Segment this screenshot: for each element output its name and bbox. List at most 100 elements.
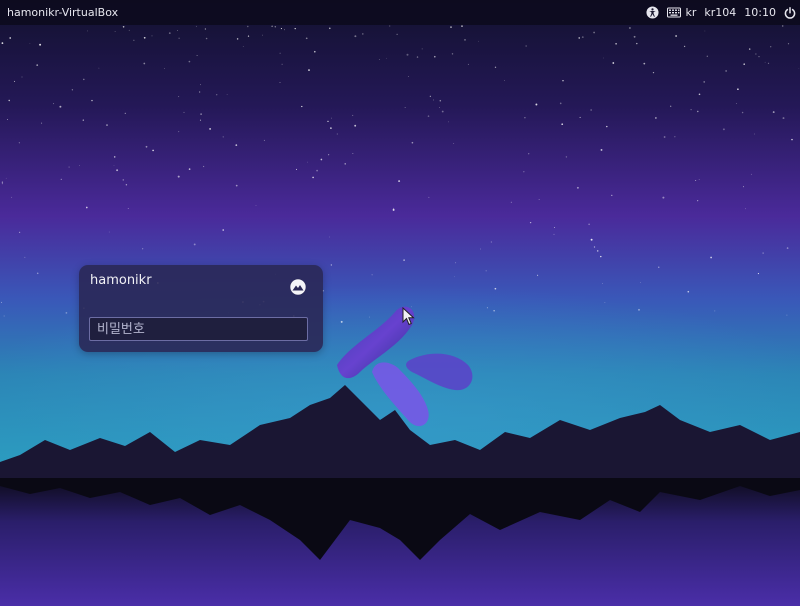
power-icon: [784, 6, 796, 19]
star: [7, 118, 8, 120]
star: [247, 35, 250, 37]
star: [127, 208, 129, 209]
star: [328, 154, 330, 156]
star: [320, 158, 323, 161]
star: [188, 60, 191, 63]
star: [467, 63, 469, 65]
star: [428, 196, 430, 198]
star: [330, 264, 332, 266]
star: [553, 233, 555, 235]
star: [71, 89, 74, 91]
star: [494, 66, 497, 68]
star: [8, 99, 10, 102]
star: [421, 48, 423, 50]
star: [596, 250, 599, 252]
star: [439, 107, 440, 108]
star: [222, 229, 224, 231]
star: [133, 39, 135, 41]
star: [177, 175, 180, 178]
star: [11, 196, 13, 198]
star: [21, 76, 23, 78]
login-screen: hamonikr-VirtualBox kr kr104 10:10 hamon…: [0, 0, 800, 606]
accessibility-button[interactable]: [645, 6, 659, 19]
clock[interactable]: 10:10: [744, 0, 776, 25]
star: [122, 179, 125, 181]
star: [403, 259, 405, 261]
star: [553, 227, 555, 229]
star: [493, 310, 495, 312]
star: [510, 201, 512, 203]
star: [450, 26, 452, 28]
star: [432, 99, 434, 101]
star: [698, 178, 700, 180]
star: [755, 53, 757, 55]
star: [195, 25, 197, 27]
star: [593, 246, 596, 248]
star: [683, 45, 686, 48]
star: [611, 194, 613, 197]
star: [336, 133, 338, 135]
star: [757, 273, 759, 275]
star: [236, 38, 239, 40]
network-indicator[interactable]: kr104: [704, 0, 736, 25]
star: [538, 199, 540, 200]
star: [143, 62, 146, 65]
star: [316, 169, 318, 172]
star: [0, 301, 3, 303]
star: [361, 33, 364, 35]
star: [770, 46, 772, 48]
star: [392, 208, 395, 211]
star: [576, 186, 579, 189]
star: [18, 142, 20, 144]
star: [578, 37, 580, 39]
password-input[interactable]: [89, 317, 308, 341]
login-panel: hamonikr: [79, 265, 323, 352]
star: [178, 37, 180, 39]
star: [593, 31, 595, 34]
star: [528, 153, 530, 155]
star: [331, 117, 333, 119]
star: [636, 42, 638, 45]
star: [279, 52, 281, 54]
star: [329, 27, 331, 30]
star: [151, 35, 153, 37]
keyboard-layout-button[interactable]: kr: [666, 0, 696, 25]
star: [590, 109, 592, 111]
star: [59, 105, 62, 108]
star: [168, 32, 171, 34]
star: [710, 256, 712, 259]
hostname-label: hamonikr-VirtualBox: [7, 6, 119, 19]
star: [494, 287, 497, 290]
session-selector-icon: [289, 278, 307, 296]
star: [687, 290, 690, 293]
star: [263, 139, 265, 141]
star: [65, 312, 68, 314]
star: [454, 276, 456, 278]
star: [398, 180, 401, 183]
star: [427, 115, 430, 117]
star: [762, 252, 764, 254]
star: [83, 78, 85, 81]
star: [703, 81, 706, 83]
star: [124, 112, 126, 115]
star: [786, 247, 789, 249]
power-button[interactable]: [784, 6, 796, 19]
star: [663, 136, 666, 138]
star: [590, 238, 593, 241]
star: [758, 56, 760, 58]
star: [439, 99, 442, 102]
star: [176, 29, 178, 31]
session-selector-button[interactable]: [288, 277, 308, 297]
star: [295, 168, 298, 170]
star: [600, 255, 602, 258]
star: [633, 35, 636, 38]
star: [200, 84, 201, 86]
star: [308, 69, 310, 72]
star: [271, 26, 273, 27]
star: [695, 179, 697, 181]
star: [145, 145, 148, 148]
accessibility-icon: [645, 6, 659, 19]
star: [116, 169, 119, 172]
username-label: hamonikr: [90, 273, 152, 288]
star: [164, 68, 165, 69]
